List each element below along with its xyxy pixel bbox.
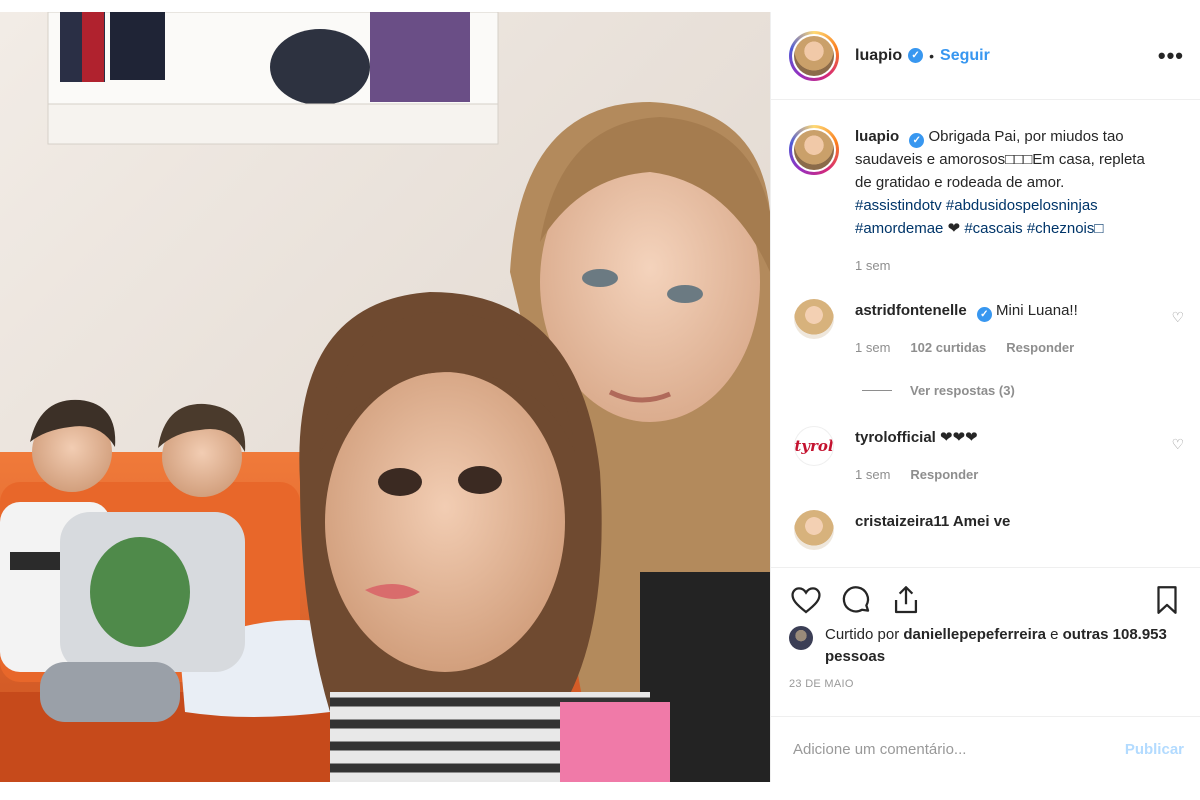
comments-list[interactable]: luapio ✓ Obrigada Pai, por miudos tao sa… bbox=[771, 101, 1200, 567]
likes-summary: Curtido por daniellepepeferreira e outra… bbox=[789, 624, 1184, 668]
likes-prefix: Curtido por bbox=[825, 626, 904, 643]
liker-avatar[interactable] bbox=[789, 626, 813, 650]
view-replies-label: Ver respostas (3) bbox=[910, 383, 1015, 398]
author-username[interactable]: luapio bbox=[855, 47, 902, 65]
like-comment-icon[interactable]: ♡ bbox=[1171, 436, 1184, 486]
commenter-avatar[interactable]: tyrol bbox=[794, 426, 834, 466]
commenter-username[interactable]: tyrolofficial bbox=[855, 429, 936, 446]
post-date[interactable]: 23 DE MAIO bbox=[789, 678, 1184, 690]
reply-button[interactable]: Responder bbox=[1006, 336, 1074, 359]
post-header: luapio ✓ • Seguir ••• bbox=[771, 12, 1200, 100]
verified-badge-icon: ✓ bbox=[909, 133, 925, 148]
liker-username[interactable]: daniellepepeferreira bbox=[903, 626, 1046, 643]
likes-middle: e bbox=[1045, 626, 1063, 643]
replies-divider bbox=[862, 390, 892, 391]
comment-timestamp[interactable]: 1 sem bbox=[855, 463, 890, 486]
comment-text: Mini Luana!! bbox=[996, 302, 1078, 319]
follow-button[interactable]: Seguir bbox=[940, 47, 990, 65]
reply-button[interactable]: Responder bbox=[910, 463, 978, 486]
hashtag-link[interactable]: #amordemae bbox=[855, 220, 943, 237]
comment-likes-count[interactable]: 102 curtidas bbox=[910, 336, 986, 359]
commenter-avatar[interactable] bbox=[794, 299, 834, 339]
hashtag-link[interactable]: #abdusidospelosninjas bbox=[946, 197, 1098, 214]
photo-illustration bbox=[0, 12, 770, 782]
hashtag-link[interactable]: #cheznois□ bbox=[1027, 220, 1104, 237]
hashtag-link[interactable]: #cascais bbox=[964, 220, 1022, 237]
caption-timestamp[interactable]: 1 sem bbox=[855, 254, 890, 277]
like-comment-icon[interactable]: ♡ bbox=[1171, 309, 1184, 359]
comment-bubble-icon[interactable] bbox=[839, 583, 873, 617]
verified-badge-icon: ✓ bbox=[976, 307, 992, 322]
post-photo[interactable] bbox=[0, 12, 770, 782]
add-comment-bar: Publicar bbox=[771, 716, 1200, 782]
caption-text: Obrigada Pai, por miudos tao saudaveis e… bbox=[855, 128, 1145, 191]
caption-username[interactable]: luapio bbox=[855, 128, 899, 145]
comment-item: tyrol tyrolofficial ❤❤❤ 1 sem Responder … bbox=[789, 426, 1184, 486]
post-sidebar: luapio ✓ • Seguir ••• luapio ✓ Obrigada … bbox=[770, 12, 1200, 782]
heart-emoji: ❤ bbox=[947, 220, 961, 237]
publish-button[interactable]: Publicar bbox=[1125, 741, 1184, 758]
commenter-username[interactable]: astridfontenelle bbox=[855, 302, 967, 319]
comment-text: ❤❤❤ bbox=[940, 429, 978, 446]
bookmark-icon[interactable] bbox=[1150, 583, 1184, 617]
author-avatar[interactable] bbox=[789, 30, 839, 81]
caption-avatar[interactable] bbox=[789, 125, 839, 175]
view-replies-button[interactable]: Ver respostas (3) bbox=[862, 383, 1184, 398]
comment-input[interactable] bbox=[793, 741, 1125, 758]
separator-dot: • bbox=[929, 47, 935, 64]
caption: luapio ✓ Obrigada Pai, por miudos tao sa… bbox=[789, 125, 1184, 277]
share-icon[interactable] bbox=[889, 583, 923, 617]
more-options-icon[interactable]: ••• bbox=[1158, 43, 1184, 69]
hashtag-link[interactable]: #assistindotv bbox=[855, 197, 942, 214]
tyrol-logo-text: tyrol bbox=[794, 437, 834, 455]
like-heart-icon[interactable] bbox=[789, 583, 823, 617]
comment-item: astridfontenelle ✓ Mini Luana!! 1 sem 10… bbox=[789, 299, 1184, 359]
verified-badge-icon: ✓ bbox=[908, 48, 924, 63]
commenter-avatar[interactable] bbox=[794, 510, 834, 550]
comment-item-partial: cristaizeira11 Amei ve bbox=[789, 510, 1184, 550]
comment-partial-text: cristaizeira11 Amei ve bbox=[855, 513, 1011, 530]
post-actions: Curtido por daniellepepeferreira e outra… bbox=[771, 567, 1200, 690]
comment-timestamp[interactable]: 1 sem bbox=[855, 336, 890, 359]
